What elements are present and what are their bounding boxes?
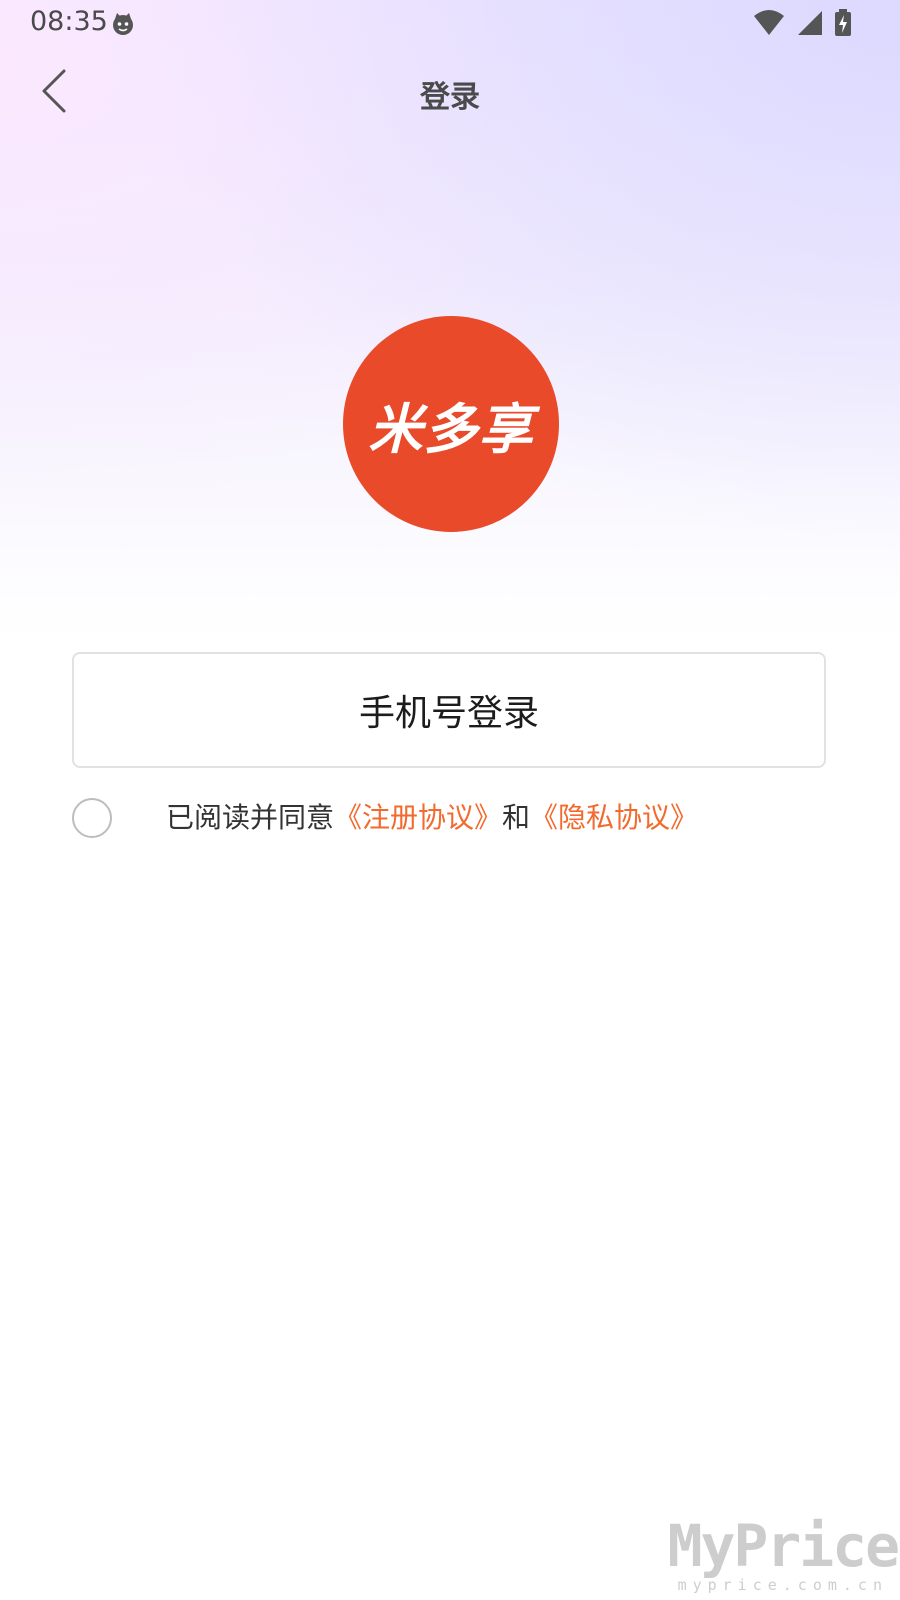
battery-charging-icon: [835, 9, 851, 36]
status-time: 08:35: [30, 6, 108, 37]
navigation-bar: 登录: [0, 56, 900, 126]
agreement-and: 和: [502, 801, 531, 834]
status-icons: [754, 9, 852, 37]
wifi-icon: [754, 10, 784, 35]
watermark: MyPrice myprice.com.cn: [667, 1512, 900, 1594]
app-logo: 米多享: [343, 316, 559, 532]
watermark-logo: MyPrice: [667, 1512, 900, 1580]
notification-face-icon: [113, 13, 133, 35]
agreement-text: 已阅读并同意《注册协议》和《隐私协议》: [166, 798, 698, 838]
phone-login-button[interactable]: 手机号登录: [72, 652, 826, 768]
status-bar: 08:35: [0, 0, 900, 48]
agreement-checkbox[interactable]: [72, 798, 112, 838]
register-agreement-link[interactable]: 《注册协议》: [334, 801, 502, 834]
cell-signal-icon: [798, 11, 822, 35]
watermark-url: myprice.com.cn: [677, 1576, 888, 1594]
page-title: 登录: [420, 80, 480, 115]
privacy-agreement-link[interactable]: 《隐私协议》: [530, 801, 698, 834]
agreement-prefix: 已阅读并同意: [166, 801, 335, 834]
app-logo-text: 米多享: [368, 397, 534, 461]
